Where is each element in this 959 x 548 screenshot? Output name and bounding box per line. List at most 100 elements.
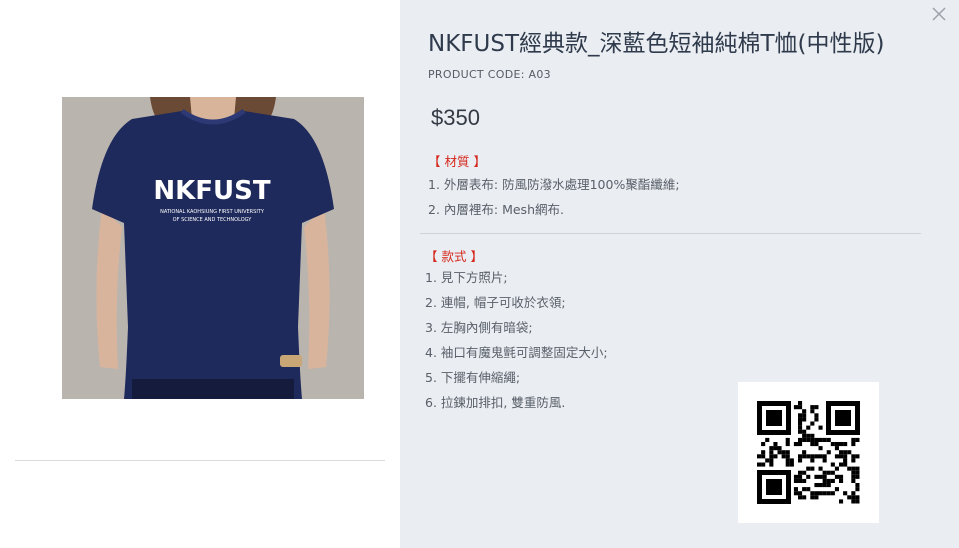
qr-module bbox=[810, 433, 815, 438]
qr-module bbox=[793, 487, 798, 492]
qr-module bbox=[798, 491, 803, 496]
qr-module bbox=[843, 442, 848, 447]
qr-module bbox=[789, 458, 794, 463]
qr-module bbox=[769, 446, 774, 451]
qr-module bbox=[757, 462, 762, 467]
close-button[interactable] bbox=[931, 6, 947, 22]
qr-module bbox=[855, 454, 860, 459]
style-item: 3. 左胸內側有暗袋; bbox=[425, 320, 533, 335]
style-item: 5. 下擺有伸縮繩; bbox=[425, 370, 521, 385]
qr-module bbox=[810, 454, 815, 459]
qr-module bbox=[814, 483, 819, 488]
qr-module bbox=[855, 483, 860, 488]
qr-module bbox=[814, 495, 819, 500]
qr-module bbox=[765, 458, 770, 463]
qr-module bbox=[798, 421, 803, 426]
qr-module bbox=[855, 487, 860, 492]
qr-module bbox=[765, 437, 770, 442]
shirt-print-line1: NATIONAL KAOHSIUNG FIRST UNIVERSITY bbox=[160, 209, 265, 215]
qr-module bbox=[781, 450, 786, 455]
qr-module bbox=[843, 450, 848, 455]
qr-module bbox=[839, 474, 844, 479]
qr-module bbox=[851, 437, 856, 442]
qr-module bbox=[798, 417, 803, 422]
product-code: PRODUCT CODE: A03 bbox=[428, 68, 551, 81]
section-divider bbox=[420, 233, 921, 234]
qr-module bbox=[802, 417, 807, 422]
qr-module bbox=[851, 495, 856, 500]
shirt-print-line2: OF SCIENCE AND TECHNOLOGY bbox=[173, 217, 253, 223]
product-title: NKFUST經典款_深藍色短袖純棉T恤(中性版) bbox=[428, 31, 885, 57]
qr-module bbox=[843, 462, 848, 467]
qr-module bbox=[798, 470, 803, 475]
image-panel: NKFUST NATIONAL KAOHSIUNG FIRST UNIVERSI… bbox=[0, 0, 400, 548]
qr-module bbox=[847, 466, 852, 471]
qr-module bbox=[769, 454, 774, 459]
qr-module bbox=[839, 462, 844, 467]
qr-module bbox=[818, 437, 823, 442]
qr-module bbox=[810, 437, 815, 442]
qr-module bbox=[851, 458, 856, 463]
qr-module bbox=[761, 450, 766, 455]
qr-module bbox=[847, 495, 852, 500]
style-item: 6. 拉鍊加排扣, 雙重防風. bbox=[425, 395, 566, 410]
qr-module bbox=[798, 478, 803, 483]
qr-module bbox=[818, 446, 823, 451]
qr-module bbox=[834, 454, 839, 459]
qr-module bbox=[855, 470, 860, 475]
qr-module bbox=[810, 409, 815, 414]
qr-module bbox=[818, 466, 823, 471]
qr-module bbox=[785, 437, 790, 442]
qr-module bbox=[851, 499, 856, 504]
qr-module bbox=[785, 458, 790, 463]
qr-module bbox=[798, 495, 803, 500]
qr-module bbox=[793, 442, 798, 447]
product-price: $350 bbox=[431, 105, 480, 130]
qr-module bbox=[798, 437, 803, 442]
qr-module bbox=[818, 425, 823, 430]
qr-module bbox=[785, 454, 790, 459]
close-icon bbox=[932, 7, 946, 21]
qr-code bbox=[738, 382, 879, 523]
qr-module bbox=[798, 474, 803, 479]
material-item: 2. 內層裡布: Mesh網布. bbox=[428, 202, 564, 217]
qr-module bbox=[851, 470, 856, 475]
qr-module bbox=[834, 446, 839, 451]
qr-module bbox=[769, 462, 774, 467]
product-image: NKFUST NATIONAL KAOHSIUNG FIRST UNIVERSI… bbox=[62, 97, 364, 399]
qr-module bbox=[802, 437, 807, 442]
qr-module bbox=[855, 474, 860, 479]
qr-module bbox=[810, 491, 815, 496]
qr-module bbox=[855, 499, 860, 504]
qr-module bbox=[822, 458, 827, 463]
qr-module bbox=[822, 437, 827, 442]
qr-module bbox=[851, 474, 856, 479]
style-heading: 【 款式 】 bbox=[425, 249, 483, 264]
qr-module bbox=[818, 483, 823, 488]
qr-module bbox=[773, 446, 778, 451]
qr-module bbox=[802, 487, 807, 492]
qr-module bbox=[802, 413, 807, 418]
qr-module bbox=[822, 491, 827, 496]
qr-module bbox=[822, 454, 827, 459]
qr-module bbox=[822, 474, 827, 479]
style-item: 2. 連帽, 帽子可收於衣領; bbox=[425, 295, 566, 310]
qr-module bbox=[806, 487, 811, 492]
qr-module bbox=[757, 454, 762, 459]
qr-module bbox=[810, 495, 815, 500]
qr-module bbox=[806, 454, 811, 459]
material-heading: 【 材質 】 bbox=[428, 154, 486, 169]
qr-module bbox=[830, 442, 835, 447]
qr-module bbox=[806, 466, 811, 471]
qr-module bbox=[826, 478, 831, 483]
qr-module bbox=[793, 478, 798, 483]
product-modal: NKFUST NATIONAL KAOHSIUNG FIRST UNIVERSI… bbox=[0, 0, 959, 548]
qr-module bbox=[826, 450, 831, 455]
qr-module bbox=[855, 466, 860, 471]
qr-module bbox=[818, 454, 823, 459]
qr-module bbox=[834, 466, 839, 471]
qr-module bbox=[802, 470, 807, 475]
qr-module bbox=[785, 462, 790, 467]
qr-module bbox=[777, 446, 782, 451]
qr-module bbox=[839, 454, 844, 459]
